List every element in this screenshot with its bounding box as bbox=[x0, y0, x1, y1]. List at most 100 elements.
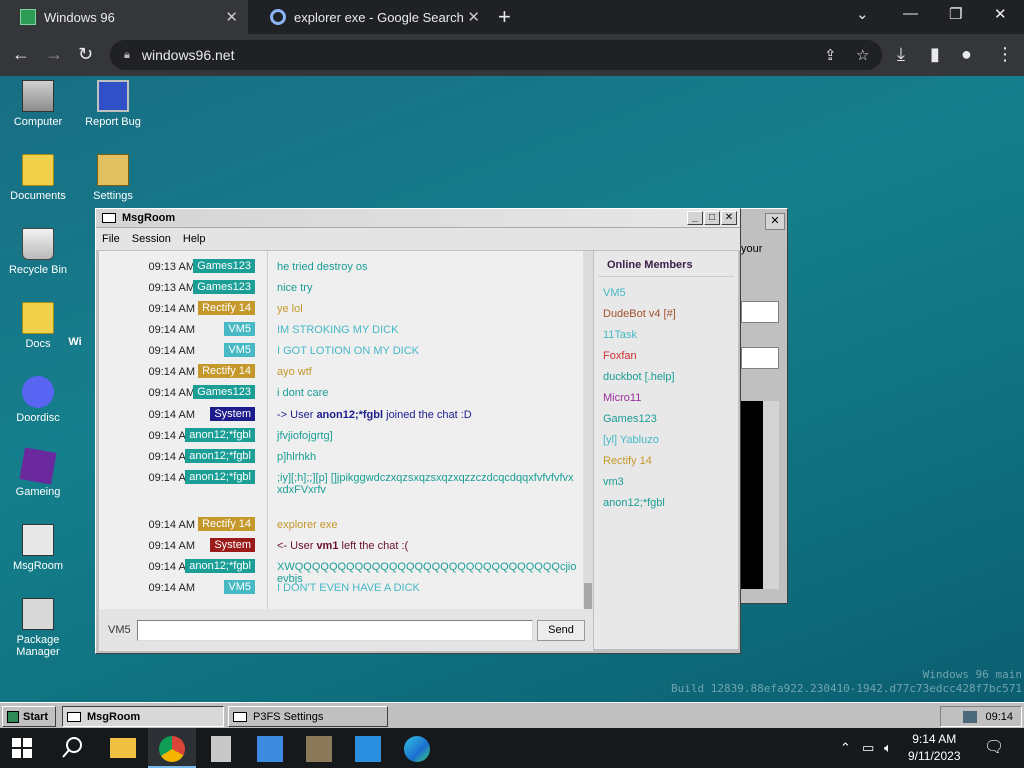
member-item[interactable]: Games123 bbox=[603, 413, 657, 425]
minimize-icon[interactable]: — bbox=[903, 5, 918, 22]
windows-start-icon[interactable] bbox=[12, 738, 32, 758]
chrome-icon[interactable] bbox=[159, 736, 185, 762]
back-icon[interactable]: ← bbox=[12, 44, 30, 65]
chat-log[interactable]: 09:13 AM Games123 he tried destroy os 09:13… bbox=[99, 251, 593, 609]
message-user-badge[interactable]: Rectify 14 bbox=[198, 364, 255, 378]
close-tab-icon[interactable]: ✕ bbox=[467, 8, 480, 26]
vscode-icon[interactable] bbox=[355, 736, 381, 762]
desktop-icon-settings[interactable]: Settings bbox=[75, 154, 151, 202]
minimize-icon[interactable]: _ bbox=[687, 211, 703, 225]
virtualbox-icon[interactable] bbox=[257, 736, 283, 762]
file-explorer-icon[interactable] bbox=[110, 738, 136, 758]
close-tab-icon[interactable]: ✕ bbox=[225, 8, 238, 26]
member-item[interactable]: DudeBot v4 [#] bbox=[603, 308, 676, 320]
notepad-icon[interactable] bbox=[211, 736, 231, 762]
message-user-badge[interactable]: anon12;*fgbl bbox=[185, 470, 255, 484]
member-item[interactable]: 11Task bbox=[603, 329, 637, 341]
new-tab-icon[interactable]: + bbox=[498, 4, 511, 30]
member-item[interactable]: vm3 bbox=[603, 476, 624, 488]
desktop-icon-partial[interactable]: Wi bbox=[60, 336, 90, 348]
message-user-badge[interactable]: anon12;*fgbl bbox=[185, 559, 255, 573]
desktop-icon-package-manager[interactable]: Package Manager bbox=[0, 598, 76, 658]
bookmark-star-icon[interactable]: ☆ bbox=[856, 46, 869, 64]
maximize-icon[interactable]: □ bbox=[704, 211, 720, 225]
tab-search-chevron-icon[interactable]: ⌄ bbox=[856, 5, 869, 23]
member-item[interactable]: duckbot [.help] bbox=[603, 371, 675, 383]
close-window-icon[interactable]: ✕ bbox=[994, 5, 1007, 23]
search-icon[interactable] bbox=[60, 735, 86, 761]
member-item[interactable]: VM5 bbox=[603, 287, 626, 299]
message-user-badge[interactable]: VM5 bbox=[224, 343, 255, 357]
desktop-icon-computer[interactable]: Computer bbox=[0, 80, 76, 128]
message-user-badge[interactable]: anon12;*fgbl bbox=[185, 449, 255, 463]
download-icon[interactable]: ⤓ bbox=[897, 44, 905, 65]
desktop-icon-msgroom[interactable]: MsgRoom bbox=[0, 524, 76, 572]
desktop-icon-report-bug[interactable]: Report Bug bbox=[75, 80, 151, 128]
member-item[interactable]: anon12;*fgbl bbox=[603, 497, 665, 509]
send-button[interactable]: Send bbox=[537, 620, 585, 641]
reload-icon[interactable]: ↻ bbox=[78, 44, 93, 65]
edge-icon[interactable] bbox=[404, 736, 430, 762]
background-window[interactable]: ✕ your bbox=[740, 208, 788, 604]
tab-windows96[interactable]: Windows 96 ✕ bbox=[0, 0, 248, 34]
task-label: P3FS Settings bbox=[253, 710, 324, 723]
member-item[interactable]: Foxfan bbox=[603, 350, 637, 362]
partial-field[interactable] bbox=[741, 347, 779, 369]
chevron-up-icon[interactable]: ⌃ bbox=[840, 740, 851, 756]
scroll-thumb[interactable] bbox=[584, 583, 592, 609]
message-text: he tried destroy os bbox=[277, 261, 368, 273]
notification-icon[interactable]: 🗨︎ bbox=[984, 737, 1004, 757]
close-icon[interactable]: ✕ bbox=[765, 213, 785, 230]
message-user-badge[interactable]: System bbox=[210, 407, 255, 421]
network-icon[interactable]: ▭ bbox=[862, 740, 874, 756]
menu-kebab-icon[interactable]: ⋮ bbox=[996, 44, 1014, 65]
volume-muted-icon[interactable]: 🔈︎ bbox=[884, 740, 892, 756]
partial-text: your bbox=[741, 243, 763, 255]
desktop-icon-gameing[interactable]: Gameing bbox=[0, 447, 76, 498]
message-user-badge[interactable]: Games123 bbox=[193, 259, 255, 273]
desktop-icon-recycle-bin[interactable]: Recycle Bin bbox=[0, 228, 76, 276]
archive-icon[interactable] bbox=[306, 736, 332, 762]
message-input[interactable] bbox=[137, 620, 533, 641]
task-p3fs-settings[interactable]: P3FS Settings bbox=[228, 706, 388, 727]
desktop-icon-documents[interactable]: Documents bbox=[0, 154, 76, 202]
message-user-badge[interactable]: Rectify 14 bbox=[198, 517, 255, 531]
message-user-badge[interactable]: anon12;*fgbl bbox=[185, 428, 255, 442]
browser-tab-bar: Windows 96 ✕ explorer exe - Google Searc… bbox=[0, 0, 1024, 34]
message-user-badge[interactable]: VM5 bbox=[224, 322, 255, 336]
message-user-badge[interactable]: Games123 bbox=[193, 385, 255, 399]
message-user-badge[interactable]: Games123 bbox=[193, 280, 255, 294]
forward-icon[interactable]: → bbox=[45, 44, 63, 65]
message-user-badge[interactable]: System bbox=[210, 538, 255, 552]
system-clock[interactable]: 9:14 AM 9/11/2023 bbox=[908, 731, 961, 765]
start-button[interactable]: Start bbox=[2, 706, 56, 727]
lock-icon[interactable]: 🔒︎ bbox=[124, 49, 130, 62]
member-item[interactable]: [yl] Yabluzo bbox=[603, 434, 659, 446]
close-icon[interactable]: ✕ bbox=[721, 211, 737, 225]
message-text: IM STROKING MY DICK bbox=[277, 324, 399, 336]
share-icon[interactable]: ⇪ bbox=[824, 46, 837, 64]
tab-google-search[interactable]: explorer exe - Google Search ✕ bbox=[250, 0, 490, 34]
scrollbar[interactable] bbox=[763, 401, 779, 589]
address-bar[interactable]: 🔒︎ windows96.net ⇪ ☆ bbox=[110, 40, 882, 70]
task-msgroom[interactable]: MsgRoom bbox=[62, 706, 224, 727]
member-item[interactable]: Rectify 14 bbox=[603, 455, 652, 467]
msgroom-titlebar[interactable]: MsgRoom _ □ ✕ bbox=[96, 209, 740, 228]
discord-icon bbox=[22, 376, 54, 408]
member-item[interactable]: Micro11 bbox=[603, 392, 641, 404]
chat-scrollbar[interactable] bbox=[583, 251, 593, 609]
profile-icon[interactable]: ● bbox=[961, 44, 972, 65]
restore-icon[interactable]: ❐ bbox=[949, 5, 962, 23]
menu-file[interactable]: File bbox=[102, 233, 120, 245]
partial-field[interactable] bbox=[741, 301, 779, 323]
message-user-badge[interactable]: Rectify 14 bbox=[198, 301, 255, 315]
tab-title: Windows 96 bbox=[44, 9, 115, 25]
menu-session[interactable]: Session bbox=[132, 233, 171, 245]
clock-time: 9:14 AM bbox=[912, 732, 957, 746]
side-panel-icon[interactable]: ▮ bbox=[930, 44, 940, 65]
icon-label: Gameing bbox=[15, 486, 61, 498]
menu-help[interactable]: Help bbox=[183, 233, 206, 245]
desktop-icon-doordisc[interactable]: Doordisc bbox=[0, 376, 76, 424]
network-icon[interactable] bbox=[963, 710, 978, 723]
message-user-badge[interactable]: VM5 bbox=[224, 580, 255, 594]
